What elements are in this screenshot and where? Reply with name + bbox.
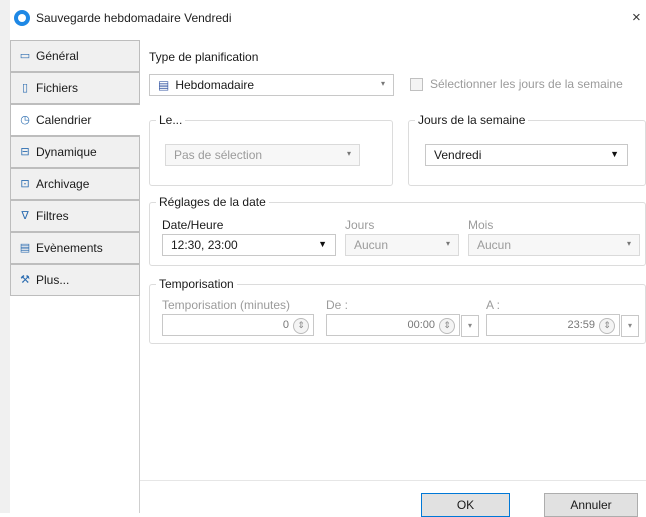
select-days-checkbox[interactable] [410,78,423,91]
a-time-value: 23:59 [567,319,595,331]
filter-icon: ∇ [21,210,29,222]
spin-icon[interactable]: ⇕ [293,318,309,334]
chevron-down-icon: ▾ [626,239,631,248]
temporisation-minutes-value: 0 [282,319,289,331]
select-days-label: Sélectionner les jours de la semaine [430,77,623,91]
ok-button[interactable]: OK [421,493,510,517]
sidebar-item-label: Evènements [36,241,103,255]
app-icon [14,10,30,26]
sidebar-item-filtres[interactable]: ∇ Filtres [10,200,140,232]
spin-icon[interactable]: ⇕ [599,318,615,334]
calendar-icon: ▤ [19,242,31,254]
cancel-button[interactable]: Annuler [544,493,638,517]
chevron-down-icon[interactable]: ▾ [461,315,479,337]
sidebar-item-label: Plus... [36,273,70,287]
chevron-down-icon: ▼ [318,239,327,249]
sidebar-item-label: Fichiers [36,81,79,95]
planification-type-value: Hebdomadaire [175,78,255,92]
mois-value: Aucun [477,238,512,252]
planification-type-select[interactable]: ▤ Hebdomadaire ▾ [149,74,394,96]
temporisation-title: Temporisation [156,277,237,291]
archive-icon: ⊡ [20,178,30,190]
sidebar-item-evenements[interactable]: ▤ Evènements [10,232,140,264]
calendar-icon: ▤ [158,78,170,92]
sidebar-item-label: Archivage [36,177,90,191]
de-time-value: 00:00 [407,319,435,331]
chevron-down-icon: ▼ [610,149,619,159]
a-label: A : [486,298,501,312]
date-heure-value: 12:30, 23:00 [171,238,238,252]
de-time-input[interactable]: 00:00 ⇕ ▾ [326,314,479,337]
jours-semaine-title: Jours de la semaine [415,113,529,127]
sidebar-item-archivage[interactable]: ⊡ Archivage [10,168,140,200]
chevron-down-icon: ▾ [380,79,385,88]
sidebar-item-plus[interactable]: ⚒ Plus... [10,264,140,296]
calendar-panel: Type de planification ▤ Hebdomadaire ▾ S… [140,40,646,517]
jours-semaine-select[interactable]: Vendredi ▼ [425,144,628,166]
monitor-icon: ▭ [19,50,31,62]
date-heure-select[interactable]: 12:30, 23:00 ▼ [162,234,336,256]
sidebar-item-dynamique[interactable]: ⊟ Dynamique [10,136,140,168]
temporisation-minutes-label: Temporisation (minutes) [162,298,291,312]
wrench-icon: ⚒ [20,274,30,286]
chevron-down-icon: ▾ [445,239,450,248]
jours-label: Jours [345,218,375,232]
date-settings-title: Réglages de la date [156,195,269,209]
sidebar-item-general[interactable]: ▭ Général [10,40,140,72]
chevron-down-icon: ▾ [346,149,351,158]
sidebar: ▭ Général ▯ Fichiers ◷ Calendrier ⊟ Dyna… [10,40,141,513]
de-label: De : [326,298,349,312]
a-time-input[interactable]: 23:59 ⇕ ▾ [486,314,639,337]
spin-icon[interactable]: ⇕ [439,318,455,334]
chevron-down-icon[interactable]: ▾ [621,315,639,337]
sidebar-item-calendrier[interactable]: ◷ Calendrier [10,104,141,136]
le-select[interactable]: Pas de sélection ▾ [165,144,360,166]
mois-select[interactable]: Aucun ▾ [468,234,640,256]
date-heure-label: Date/Heure [162,218,224,232]
jours-select[interactable]: Aucun ▾ [345,234,459,256]
jours-value: Aucun [354,238,389,252]
le-group-title: Le... [156,113,186,127]
sidebar-item-label: Filtres [36,209,69,223]
sidebar-item-label: Dynamique [36,145,97,159]
sidebar-item-fichiers[interactable]: ▯ Fichiers [10,72,140,104]
clock-icon: ◷ [20,114,30,126]
divider [140,480,646,481]
file-icon: ▯ [21,82,29,94]
temporisation-minutes-input[interactable]: 0 ⇕ [162,314,314,336]
dynamic-icon: ⊟ [20,146,30,158]
jours-semaine-value: Vendredi [434,148,482,162]
close-icon[interactable]: × [632,9,641,26]
window-title: Sauvegarde hebdomadaire Vendredi [36,11,232,25]
le-select-value: Pas de sélection [174,148,263,162]
window-edge [0,0,10,513]
sidebar-item-label: Calendrier [36,113,92,127]
mois-label: Mois [468,218,494,232]
sidebar-item-label: Général [36,49,79,63]
planification-label: Type de planification [149,50,259,64]
